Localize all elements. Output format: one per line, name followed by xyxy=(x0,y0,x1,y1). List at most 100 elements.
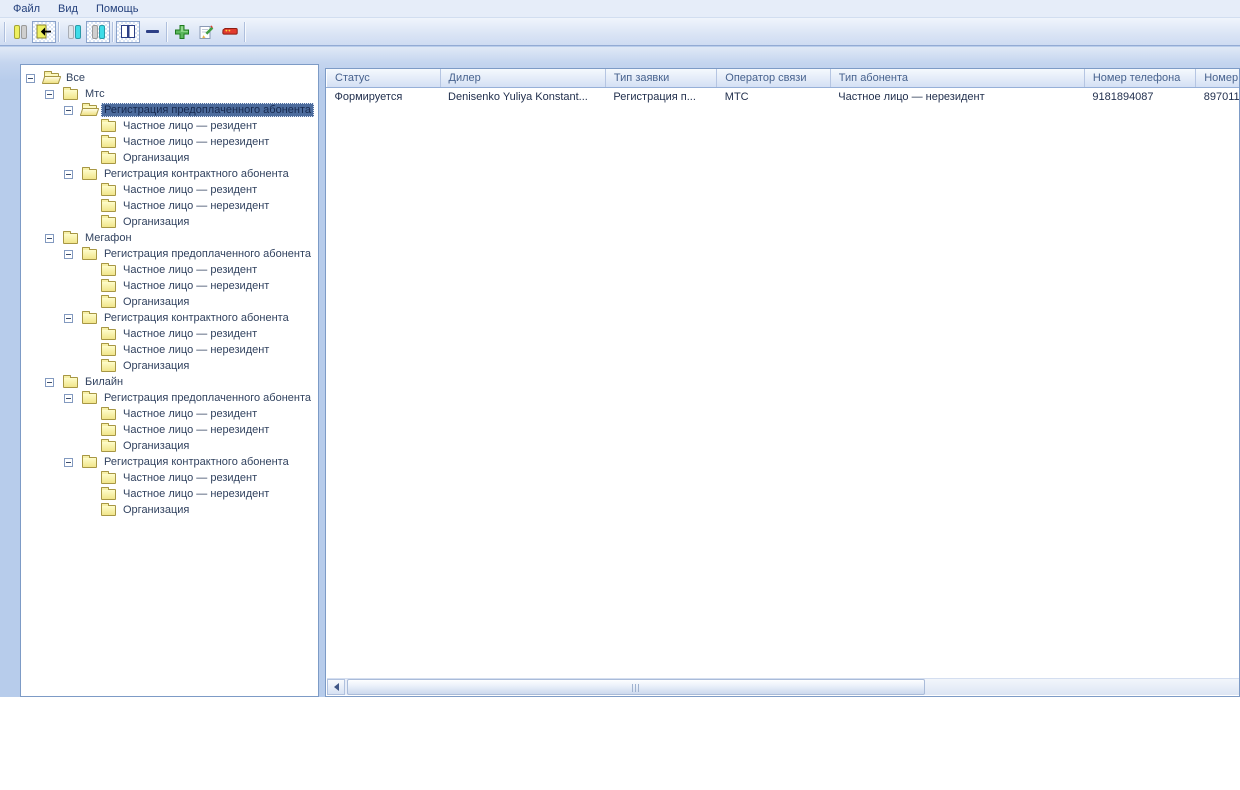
folder-icon xyxy=(101,199,116,212)
toolbar-button-splitter[interactable] xyxy=(116,20,140,43)
tree-item[interactable]: Организация xyxy=(21,214,318,230)
column-header-operator[interactable]: Оператор связи xyxy=(716,69,831,88)
tree-item-label: Билайн xyxy=(85,376,124,388)
tree-item[interactable]: Регистрация контрактного абонента xyxy=(21,454,318,470)
tree-item[interactable]: Частное лицо — нерезидент xyxy=(21,134,318,150)
collapse-icon[interactable] xyxy=(64,169,73,179)
cell-subscriber-type: Частное лицо — нерезидент xyxy=(838,91,985,104)
toolbar-button-panel-cyan[interactable] xyxy=(86,20,110,43)
tree-item[interactable]: Регистрация предоплаченного абонента xyxy=(21,390,318,406)
folder-icon xyxy=(101,183,116,196)
folder-icon xyxy=(101,471,116,484)
tree-item-label: Регистрация контрактного абонента xyxy=(104,312,289,324)
menu-bar: Файл Вид Помощь xyxy=(0,0,1240,18)
sim-card-red-icon xyxy=(222,27,238,35)
tree-item-label: Мегафон xyxy=(85,232,132,244)
tree-item-label: Мтс xyxy=(85,88,105,100)
folder-icon xyxy=(63,231,78,244)
folder-icon xyxy=(63,375,78,388)
tree-item[interactable]: Организация xyxy=(21,150,318,166)
tree-item[interactable]: Частное лицо — резидент xyxy=(21,262,318,278)
tree-item-all[interactable]: Все xyxy=(21,70,318,86)
tree-item-beeline[interactable]: Билайн xyxy=(21,374,318,390)
tree-item[interactable]: Регистрация предоплаченного абонента xyxy=(21,246,318,262)
menu-file[interactable]: Файл xyxy=(4,1,49,17)
grid-row[interactable]: Формируется Denisenko Yuliya Konstant...… xyxy=(327,87,1240,107)
collapse-icon[interactable] xyxy=(64,457,73,467)
column-header-sim[interactable]: Номер SIM xyxy=(1195,69,1239,88)
tree-item-label: Частное лицо — нерезидент xyxy=(123,344,270,356)
tree-item[interactable]: Частное лицо — резидент xyxy=(21,182,318,198)
collapse-icon[interactable] xyxy=(26,73,35,83)
collapse-icon[interactable] xyxy=(64,249,73,259)
collapse-icon[interactable] xyxy=(45,89,54,99)
tree-item[interactable]: Организация xyxy=(21,294,318,310)
door-arrow-icon xyxy=(36,24,51,39)
tree-item-selected[interactable]: Регистрация предоплаченного абонента xyxy=(21,102,318,118)
folder-icon xyxy=(82,311,97,324)
tree-item[interactable]: Организация xyxy=(21,358,318,374)
column-header-dealer[interactable]: Дилер xyxy=(439,69,606,88)
collapse-icon[interactable] xyxy=(45,377,54,387)
tree-item-label: Частное лицо — нерезидент xyxy=(123,488,270,500)
toolbar-button-door-arrow[interactable] xyxy=(32,20,56,43)
tree-item[interactable]: Частное лицо — нерезидент xyxy=(21,422,318,438)
toolbar-button-sim-delete[interactable] xyxy=(218,21,242,43)
tree-panel: Все Мтс Регистрация предоплаченного абон… xyxy=(20,64,319,697)
folder-icon xyxy=(101,487,116,500)
column-header-subscriber-type[interactable]: Тип абонента xyxy=(829,69,1085,88)
tree-item[interactable]: Организация xyxy=(21,502,318,518)
scrollbar-thumb[interactable] xyxy=(347,679,925,695)
grid-header-row: Статус Дилер Тип заявки Оператор связи Т… xyxy=(326,69,1239,88)
column-header-phone[interactable]: Номер телефона xyxy=(1083,69,1197,88)
cell-dealer: Denisenko Yuliya Konstant... xyxy=(448,91,588,104)
toolbar-button-panel[interactable] xyxy=(62,21,86,43)
folder-icon xyxy=(101,279,116,292)
cell-phone: 9181894087 xyxy=(1092,91,1154,104)
tree-item-mts[interactable]: Мтс xyxy=(21,86,318,102)
collapse-icon[interactable] xyxy=(64,393,73,403)
tree-item-label: Частное лицо — резидент xyxy=(123,184,258,196)
requests-grid-panel: Статус Дилер Тип заявки Оператор связи Т… xyxy=(325,68,1240,697)
folder-icon xyxy=(101,135,116,148)
toolbar-separator xyxy=(166,21,168,42)
toolbar-button-add[interactable] xyxy=(170,21,194,43)
tree-item[interactable]: Частное лицо — нерезидент xyxy=(21,486,318,502)
tree-item[interactable]: Частное лицо — резидент xyxy=(21,326,318,342)
column-header-status[interactable]: Статус xyxy=(326,69,441,88)
collapse-icon[interactable] xyxy=(45,233,54,243)
folder-icon xyxy=(101,359,116,372)
collapse-icon[interactable] xyxy=(64,313,73,323)
tree-item[interactable]: Регистрация контрактного абонента xyxy=(21,166,318,182)
minus-line-icon xyxy=(145,30,159,33)
cell-sim: 89701130000116650 xyxy=(1203,91,1240,104)
menu-view[interactable]: Вид xyxy=(49,1,87,17)
panel-grey-cyan-icon xyxy=(67,24,81,39)
column-header-request-type[interactable]: Тип заявки xyxy=(604,69,718,88)
tree-item-label: Все xyxy=(66,72,85,84)
scrollbar-track[interactable] xyxy=(925,679,1239,695)
tree-item[interactable]: Частное лицо — резидент xyxy=(21,406,318,422)
tree-item-label: Частное лицо — резидент xyxy=(123,408,258,420)
tree-item[interactable]: Частное лицо — резидент xyxy=(21,118,318,134)
toolbar-button-minus[interactable] xyxy=(140,21,164,43)
tree-item[interactable]: Организация xyxy=(21,438,318,454)
scroll-left-button[interactable] xyxy=(327,679,345,695)
menu-help[interactable]: Помощь xyxy=(87,1,148,17)
toolbar-button-door[interactable] xyxy=(8,21,32,43)
tree-item[interactable]: Частное лицо — резидент xyxy=(21,470,318,486)
tree-item[interactable]: Регистрация контрактного абонента xyxy=(21,310,318,326)
tree-item[interactable]: Частное лицо — нерезидент xyxy=(21,342,318,358)
tree-item-label: Частное лицо — резидент xyxy=(123,120,258,132)
folder-icon xyxy=(82,167,97,180)
tree-item[interactable]: Частное лицо — нерезидент xyxy=(21,278,318,294)
splitter-box-icon xyxy=(121,25,135,38)
tree-item-megafon[interactable]: Мегафон xyxy=(21,230,318,246)
tree-item[interactable]: Частное лицо — нерезидент xyxy=(21,198,318,214)
toolbar-button-edit[interactable] xyxy=(194,21,218,43)
folder-icon xyxy=(82,247,97,260)
folder-icon xyxy=(63,87,78,100)
collapse-icon[interactable] xyxy=(64,105,73,115)
tree-item-label: Организация xyxy=(123,360,190,372)
tree-item-label: Регистрация контрактного абонента xyxy=(104,456,289,468)
